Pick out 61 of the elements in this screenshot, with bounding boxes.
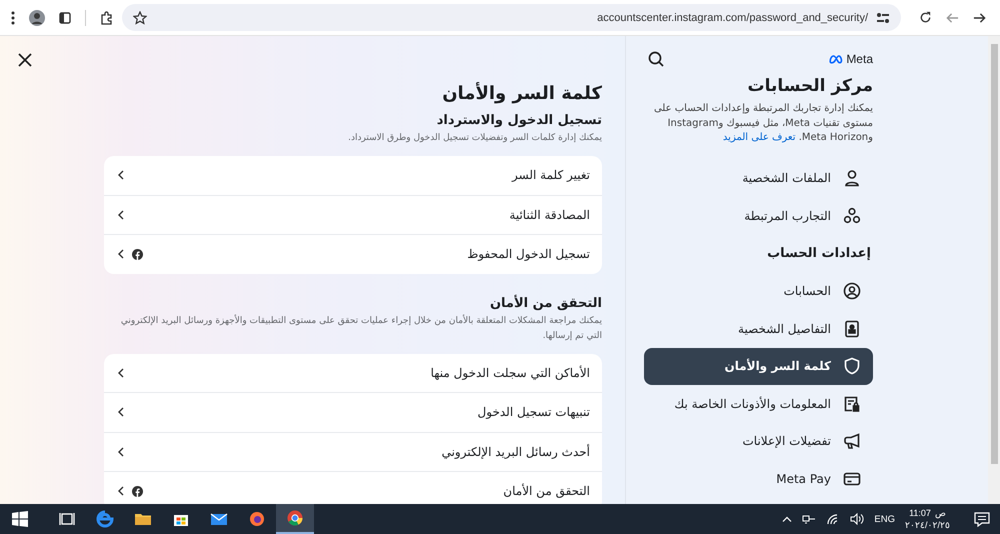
- back-icon[interactable]: [946, 12, 959, 24]
- search-icon[interactable]: [648, 51, 664, 67]
- chevron-icon: [118, 170, 124, 180]
- settings-row[interactable]: الأماكن التي سجلت الدخول منها: [104, 354, 602, 392]
- scrollbar[interactable]: [988, 36, 1000, 504]
- megaphone-icon: [843, 432, 861, 450]
- chevron-icon: [118, 446, 124, 457]
- section-heading: التحقق من الأمان: [488, 296, 602, 310]
- chevron-icon: [118, 249, 124, 260]
- account-icon: [843, 282, 861, 300]
- chrome-icon[interactable]: [276, 504, 314, 534]
- meta-logo: Meta: [829, 52, 873, 66]
- card-icon: [843, 470, 861, 488]
- sidebar-item[interactable]: الحسابات: [647, 272, 873, 310]
- address-bar[interactable]: accountscenter.instagram.com/password_and_security/: [122, 4, 901, 31]
- avatar-icon[interactable]: [29, 10, 45, 26]
- settings-row[interactable]: تغيير كلمة السر: [104, 156, 602, 194]
- sidebar-item[interactable]: الملفات الشخصية: [647, 160, 873, 197]
- settings-row[interactable]: تنبيهات تسجيل الدخول: [104, 392, 602, 432]
- profile-icon: [843, 169, 861, 188]
- menu-icon[interactable]: [11, 10, 15, 24]
- reload-icon[interactable]: [919, 11, 932, 24]
- section-heading: تسجيل الدخول والاسترداد: [436, 113, 602, 128]
- chevron-icon: [118, 210, 124, 220]
- settings-row[interactable]: أحدث رسائل البريد الإلكتروني: [104, 432, 602, 471]
- section-description: يمكنك إدارة كلمات السر وتفضيلات تسجيل الدخول وطرق الاسترداد.: [347, 132, 602, 145]
- sidebar-description: يمكنك إدارة تجاربك المرتبطة وإعدادات الحساب على مستوى تقنيات Meta، مثل فيسبوك وInstagram وMeta Horizon. تعرف على المزيد: [652, 102, 873, 145]
- document-lock-icon: [843, 394, 861, 413]
- sidebar-item[interactable]: التجارب المرتبطة: [647, 197, 873, 234]
- language-indicator[interactable]: ENG: [874, 514, 895, 524]
- sidebar-item[interactable]: كلمة السر والأمان: [644, 348, 873, 385]
- extensions-icon[interactable]: [100, 10, 114, 24]
- facebook-icon: [132, 486, 143, 497]
- volume-icon[interactable]: [850, 513, 864, 525]
- chevron-icon: [118, 368, 124, 378]
- notifications-icon[interactable]: [974, 512, 990, 526]
- sidebar-section-heading: إعدادات الحساب: [766, 245, 872, 263]
- sidebar-item[interactable]: Meta Pay: [647, 460, 873, 498]
- forward-icon[interactable]: [973, 12, 986, 24]
- facebook-icon: [132, 248, 143, 260]
- learn-more-link[interactable]: تعرف على المزيد: [722, 132, 796, 143]
- chevron-icon: [118, 486, 124, 496]
- sidebar-icon[interactable]: [59, 12, 71, 24]
- star-icon[interactable]: [133, 10, 147, 24]
- sidebar-item[interactable]: المعلومات والأذونات الخاصة بك: [647, 385, 873, 422]
- settings-row[interactable]: المصادقة الثنائية: [104, 194, 602, 234]
- page-title: كلمة السر والأمان: [441, 83, 602, 104]
- close-icon[interactable]: [18, 53, 32, 67]
- sidebar-item[interactable]: تفضيلات الإعلانات: [647, 422, 873, 460]
- caret-icon[interactable]: [782, 516, 792, 522]
- sidebar-title: مركز الحسابات: [746, 76, 873, 96]
- chevron-icon: [118, 407, 124, 418]
- start-icon[interactable]: [12, 511, 28, 527]
- sidebar-item[interactable]: التفاصيل الشخصية: [647, 310, 873, 348]
- url-text: accountscenter.instagram.com/password_and_security/: [596, 12, 868, 24]
- shield-icon: [843, 357, 861, 376]
- settings-row[interactable]: تسجيل الدخول المحفوظ: [104, 234, 602, 274]
- network-icon[interactable]: [802, 514, 816, 524]
- site-settings-icon[interactable]: [876, 12, 890, 24]
- section-description: يمكنك مراجعة المشكلات المتعلقة بالأمان من خلال إجراء عمليات تحقق على مستوى التطبيقات والأجهزة ورسائل البريد الإلكتروني التي تم إرسالها.: [120, 314, 602, 342]
- id-card-icon: [843, 320, 861, 338]
